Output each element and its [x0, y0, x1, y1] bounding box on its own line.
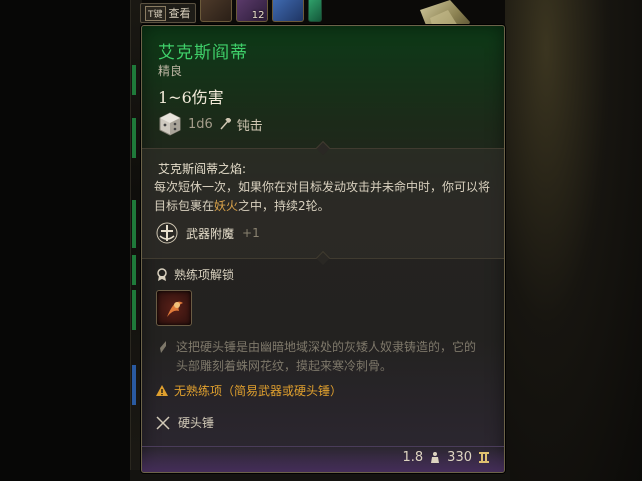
gold-icon [479, 452, 489, 463]
item-weight: 1.8 [402, 450, 424, 465]
crossed-weapons-icon [156, 415, 170, 430]
flavor-row: 这把硬头锤是由幽暗地域深处的灰矮人奴隶铸造的，它的头部雕刻着蛛网花纹，摸起来寒冷… [158, 338, 486, 376]
enchant-row: 武器附魔 +1 [156, 222, 260, 244]
bludgeoning-icon [220, 118, 231, 130]
weapon-action-glyph [167, 301, 183, 317]
ability-desc-text-2: 之中，持续2轮。 [238, 199, 330, 213]
slot-count: 12 [251, 10, 265, 21]
proficiency-unlock-icon [157, 267, 167, 281]
item-value: 330 [447, 450, 472, 465]
proficiency-warning: 无熟练项（简易武器或硬头锤） [174, 384, 343, 398]
hotbar: T键 查看 12 [140, 0, 322, 23]
flavor-text: 这把硬头锤是由幽暗地域深处的灰矮人奴隶铸造的，它的头部雕刻着蛛网花纹，摸起来寒冷… [176, 340, 477, 373]
quill-icon [160, 341, 166, 353]
hotbar-slot[interactable] [199, 0, 232, 22]
game-background-left [0, 0, 130, 481]
hotbar-slot[interactable] [271, 0, 304, 22]
inspect-key-hint[interactable]: T键 查看 [140, 3, 196, 23]
dice-label: 1d6 [188, 116, 213, 132]
enchant-value: +1 [242, 226, 260, 240]
weapon-type-row: 硬头锤 [156, 414, 214, 431]
warning-icon [156, 384, 168, 396]
enchant-label: 武器附魔 [186, 226, 235, 241]
proficiency-warning-row: 无熟练项（简易武器或硬头锤） [156, 382, 342, 399]
damage-type: 钝击 [236, 118, 263, 134]
d6-icon [159, 112, 181, 136]
damage-dice-row: 1d6 钝击 [158, 112, 263, 136]
inspect-label: 查看 [168, 7, 191, 20]
proficiency-unlock-row: 熟练项解锁 [156, 266, 234, 283]
key-label: T键 [145, 5, 166, 21]
weight-icon [431, 452, 440, 463]
damage-value: 1~6伤害 [158, 88, 224, 107]
item-name: 艾克斯阎蒂 [158, 43, 248, 63]
hotbar-slot[interactable]: 12 [235, 0, 268, 22]
hotbar-slot[interactable] [307, 0, 322, 22]
weapon-action-icon[interactable] [156, 290, 192, 326]
ability-title: 艾克斯阎蒂之焰: [158, 162, 247, 176]
item-tooltip: 艾克斯阎蒂 精良 1~6伤害 1d6 钝击 艾克斯阎蒂之焰: 每次短休一次，如果… [141, 25, 505, 473]
weapon-type: 硬头锤 [178, 416, 215, 430]
proficiency-unlock-label: 熟练项解锁 [174, 268, 235, 282]
game-background-right [505, 0, 642, 481]
weight-value-row: 1.8 330 [402, 450, 490, 465]
faerie-fire-keyword[interactable]: 妖火 [214, 199, 238, 213]
item-rarity: 精良 [158, 64, 183, 78]
weapon-enchant-icon [156, 222, 178, 244]
ability-description: 每次短休一次，如果你在对目标发动攻击并未命中时，你可以将目标包裹在妖火之中，持续… [154, 178, 494, 216]
